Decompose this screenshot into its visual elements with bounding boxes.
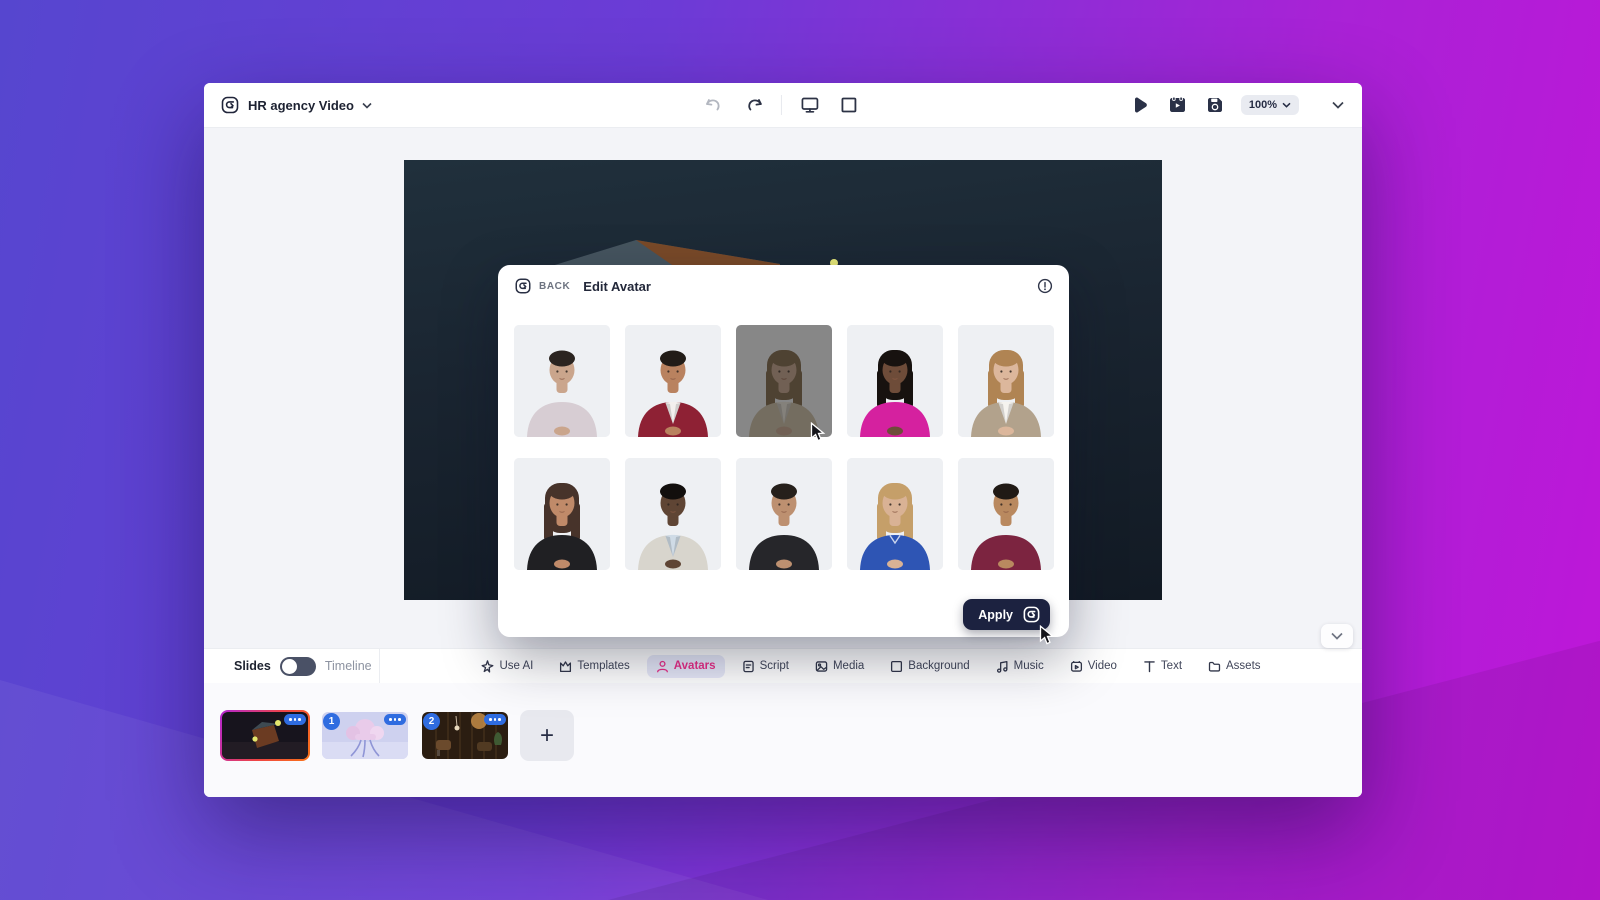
tab-text[interactable]: Text (1134, 655, 1191, 678)
slide-menu-button[interactable] (284, 714, 306, 725)
tab-avatars[interactable]: Avatars (647, 655, 725, 678)
avatar-hover-overlay (736, 325, 832, 437)
timeline-mode-label: Timeline (325, 659, 372, 673)
brand-logo-icon (220, 95, 240, 115)
top-toolbar: HR agency Video (204, 83, 1362, 128)
tab-label: Avatars (674, 660, 716, 672)
avatar-option-3[interactable] (736, 325, 832, 437)
editor-tabs: Use AI Templates Avatars Script Media Backgro… (380, 655, 1362, 678)
slide-strip: 1 2 + (204, 683, 1362, 797)
tab-background[interactable]: Background (881, 655, 978, 678)
script-icon (742, 660, 755, 673)
tab-video[interactable]: Video (1061, 655, 1126, 678)
apply-button[interactable]: Apply (963, 599, 1050, 630)
tab-label: Templates (577, 660, 629, 672)
avatar-option-5[interactable] (958, 325, 1054, 437)
panel-collapse-button[interactable] (1321, 624, 1353, 648)
modal-header: BACK Edit Avatar (498, 265, 1069, 307)
tab-label: Use AI (499, 660, 533, 672)
avatar-option-10[interactable] (958, 458, 1054, 570)
tab-label: Script (760, 660, 789, 672)
tab-use-ai[interactable]: Use AI (472, 655, 542, 678)
tab-script[interactable]: Script (733, 655, 798, 678)
text-icon (1143, 660, 1156, 673)
toolbar-collapse-button[interactable] (1330, 99, 1346, 111)
slides-mode-label: Slides (234, 659, 271, 673)
music-icon (996, 660, 1009, 673)
tab-label: Video (1088, 660, 1117, 672)
tab-templates[interactable]: Templates (550, 655, 638, 678)
undo-button[interactable] (703, 95, 726, 116)
presenter-view-button[interactable] (798, 94, 822, 116)
enter-icon (1022, 605, 1041, 624)
media-icon (815, 660, 828, 673)
tab-label: Music (1014, 660, 1044, 672)
avatar-option-9[interactable] (847, 458, 943, 570)
avatar-option-2[interactable] (625, 325, 721, 437)
avatar-option-4[interactable] (847, 325, 943, 437)
frame-aspect-button[interactable] (838, 94, 860, 116)
video-icon (1070, 660, 1083, 673)
export-controls: 100% (1130, 94, 1346, 116)
slide-menu-button[interactable] (384, 714, 406, 725)
tab-label: Background (908, 660, 969, 672)
tab-assets[interactable]: Assets (1199, 655, 1270, 678)
add-slide-button[interactable]: + (520, 710, 574, 761)
avatar-grid (498, 325, 1069, 570)
editor-stage: BACK Edit Avatar Apply (204, 128, 1362, 648)
slide-number-badge: 2 (423, 713, 440, 730)
back-icon (514, 277, 532, 295)
avatar-option-1[interactable] (514, 325, 610, 437)
edit-avatar-modal: BACK Edit Avatar Apply (498, 265, 1069, 637)
project-title-menu[interactable]: HR agency Video (220, 95, 372, 115)
view-mode-switch: Slides Timeline (204, 649, 380, 683)
tab-media[interactable]: Media (806, 655, 873, 678)
assets-icon (1208, 660, 1221, 673)
chevron-down-icon (362, 96, 372, 114)
slide-thumbnail-3[interactable]: 2 (420, 710, 510, 761)
zoom-level-dropdown[interactable]: 100% (1241, 95, 1299, 115)
toolbar-divider (781, 95, 782, 115)
toggle-knob (282, 659, 297, 674)
slide-number-badge: 1 (323, 713, 340, 730)
templates-icon (559, 660, 572, 673)
magic-icon (481, 660, 494, 673)
slide-menu-button[interactable] (484, 714, 506, 725)
avatar-option-8[interactable] (736, 458, 832, 570)
avatar-option-6[interactable] (514, 458, 610, 570)
project-title: HR agency Video (248, 98, 354, 113)
tab-music[interactable]: Music (987, 655, 1053, 678)
slide-thumbnail-2[interactable]: 1 (320, 710, 410, 761)
redo-button[interactable] (742, 95, 765, 116)
tab-label: Assets (1226, 660, 1261, 672)
avatar-option-7[interactable] (625, 458, 721, 570)
avatars-icon (656, 660, 669, 673)
bottom-tabbar: Slides Timeline Use AI Templates Avatars Sc… (204, 648, 1362, 683)
info-icon[interactable] (1037, 278, 1053, 294)
zoom-level-value: 100% (1249, 99, 1277, 111)
play-preview-button[interactable] (1130, 94, 1151, 116)
back-label: BACK (539, 281, 570, 292)
save-button[interactable] (1204, 94, 1226, 116)
back-button[interactable]: BACK (514, 277, 570, 295)
generate-video-button[interactable] (1166, 94, 1189, 116)
tab-label: Media (833, 660, 864, 672)
background-icon (890, 660, 903, 673)
modal-title: Edit Avatar (583, 279, 651, 294)
app-window: HR agency Video (204, 83, 1362, 797)
slide-thumbnail-1[interactable] (220, 710, 310, 761)
tab-label: Text (1161, 660, 1182, 672)
apply-label: Apply (978, 608, 1013, 622)
modal-footer: Apply (963, 599, 1050, 630)
history-view-controls (703, 94, 860, 116)
slides-timeline-toggle[interactable] (280, 657, 316, 676)
